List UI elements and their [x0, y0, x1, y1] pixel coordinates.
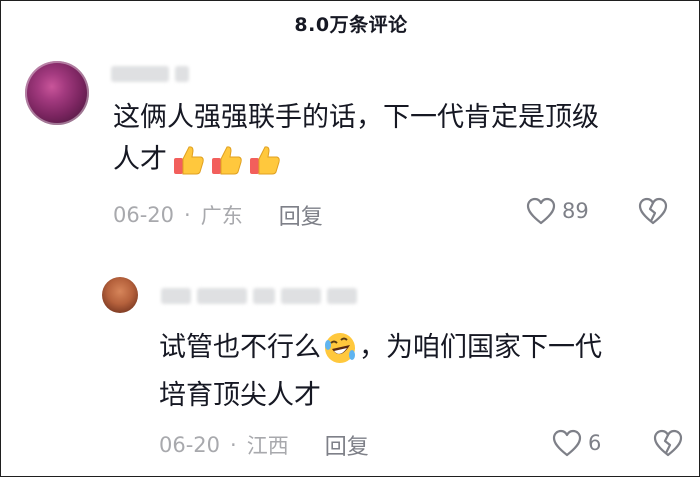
comment-text-fragment: ，为咱们国家下一代	[359, 332, 602, 363]
comment-count-title: 8.0万条评论	[294, 13, 408, 36]
comments-header: 8.0万条评论	[1, 1, 700, 45]
comment-date: 06-20	[113, 203, 175, 227]
reply-button[interactable]: 回复	[279, 199, 323, 231]
avatar[interactable]	[102, 277, 138, 313]
comment-meta: 06-20 · 江西 回复	[159, 429, 369, 461]
comment-text-line: 培育顶尖人才	[159, 380, 321, 411]
username-blurred[interactable]	[111, 63, 189, 85]
comment-text-line: 这俩人强强联手的话，下一代肯定是顶级	[113, 102, 599, 133]
broken-heart-icon	[653, 429, 683, 457]
heart-icon	[552, 429, 582, 457]
like-count: 89	[562, 199, 589, 223]
comment-region: 广东	[200, 204, 243, 228]
thumbs-up-icon	[250, 146, 280, 175]
meta-separator: ·	[184, 203, 191, 227]
heart-icon	[526, 197, 556, 225]
comment-item: 这俩人强强联手的话，下一代肯定是顶级 人才 06-20 · 广东 回复	[1, 53, 700, 243]
comment-date: 06-20	[159, 433, 221, 457]
reply-button[interactable]: 回复	[325, 429, 369, 461]
comment-text-fragment: 人才	[113, 144, 167, 175]
dislike-button[interactable]	[638, 197, 668, 229]
meta-separator: ·	[230, 433, 237, 457]
thumbs-up-icon	[212, 146, 242, 175]
avatar[interactable]	[25, 61, 89, 125]
comment-text-fragment: 试管也不行么	[159, 332, 321, 363]
dislike-button[interactable]	[653, 429, 683, 461]
comment-text-line: 人才	[113, 139, 281, 181]
username-blurred[interactable]	[161, 285, 357, 307]
comment-text-line: 试管也不行么 ，为咱们国家下一代	[159, 327, 602, 369]
thumbs-up-icon	[174, 146, 204, 175]
laughing-face-icon	[325, 333, 355, 363]
broken-heart-icon	[638, 197, 668, 225]
comment-meta: 06-20 · 广东 回复	[113, 199, 323, 231]
like-button[interactable]: 89	[526, 197, 589, 225]
like-count: 6	[588, 431, 602, 455]
comment-region: 江西	[246, 434, 289, 458]
like-button[interactable]: 6	[552, 429, 601, 457]
